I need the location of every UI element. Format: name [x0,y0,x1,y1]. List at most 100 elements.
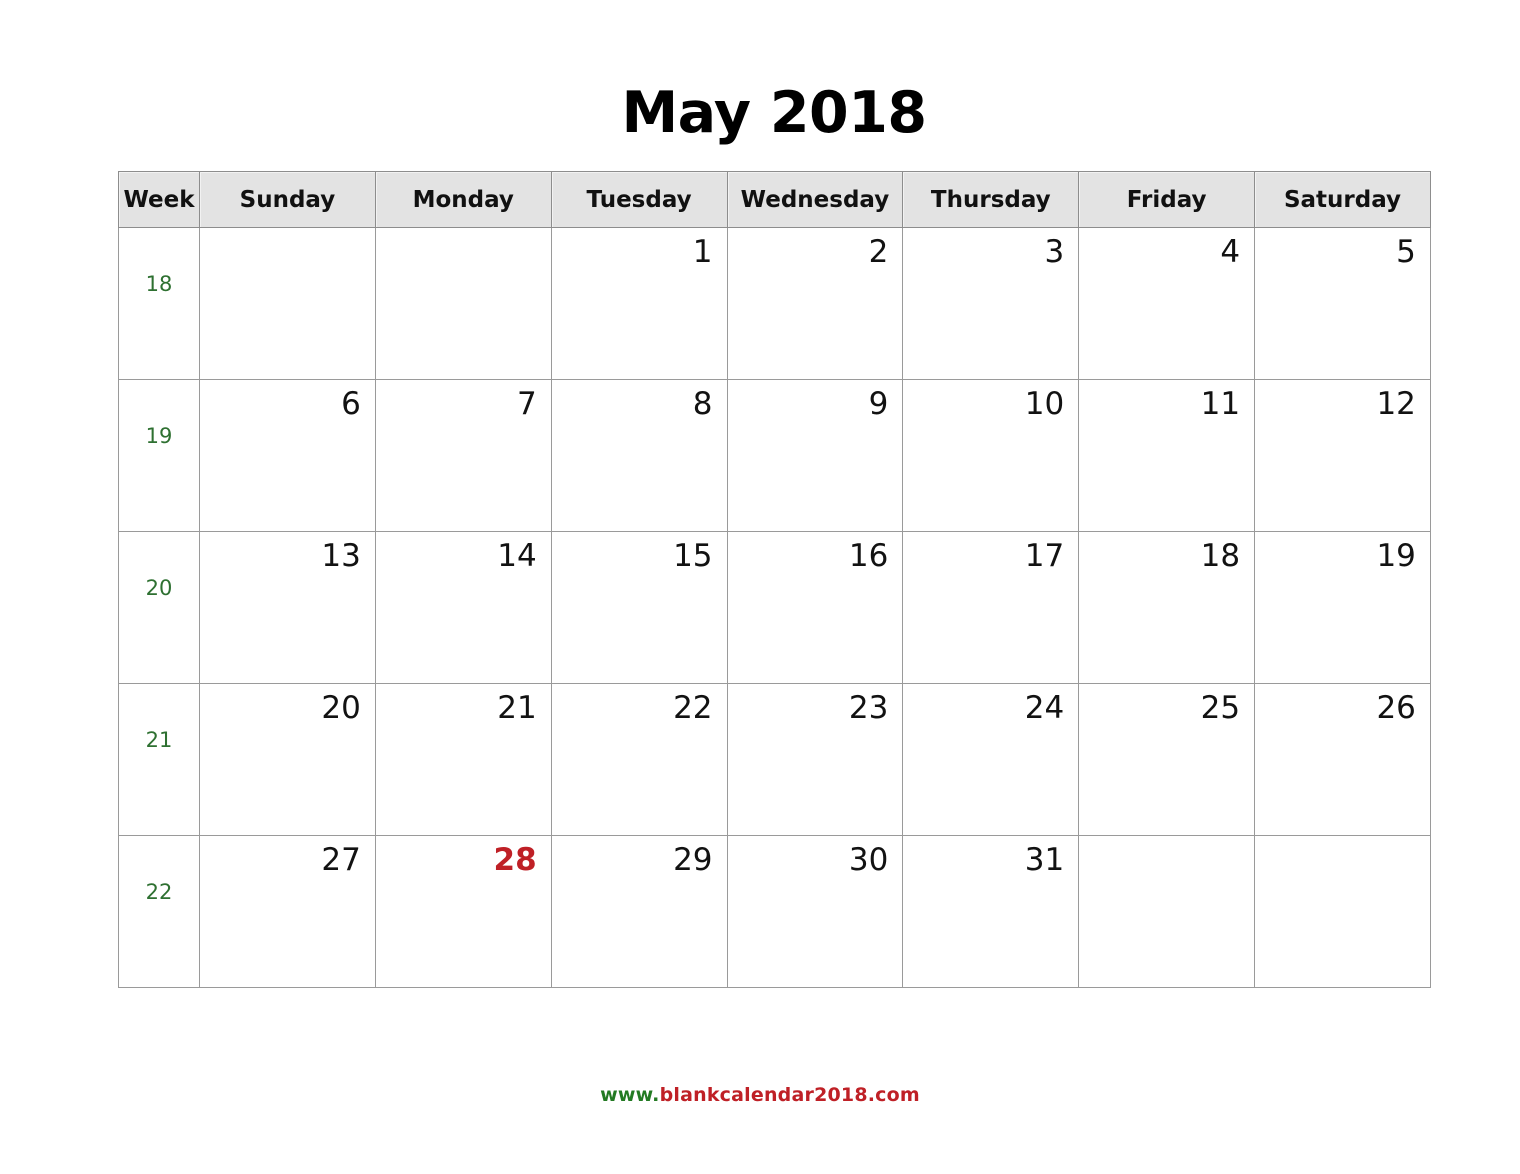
day-cell-highlighted[interactable]: 28 [374,835,552,988]
week-number: 22 [145,880,173,904]
day-cell[interactable]: 6 [199,379,376,532]
calendar-week-row: 21 20 21 22 23 24 25 26 [118,683,1431,836]
day-cell[interactable]: 3 [902,227,1080,380]
week-number-cell: 19 [118,379,200,532]
day-number: 26 [1376,690,1416,726]
day-number: 24 [1024,690,1065,726]
day-cell[interactable]: 27 [199,835,376,988]
day-number: 28 [493,842,537,878]
day-number: 14 [497,538,537,574]
day-number: 12 [1376,386,1416,422]
column-header-tuesday: Tuesday [550,171,728,228]
day-number: 16 [848,538,889,574]
column-header-monday: Monday [374,171,552,228]
column-header-week: Week [118,171,200,228]
day-cell[interactable]: 21 [374,683,552,836]
day-number: 29 [673,842,713,878]
footer-url-prefix: www. [600,1084,660,1106]
day-number: 4 [1220,234,1241,270]
day-number: 5 [1396,234,1416,270]
day-cell[interactable]: 1 [550,227,728,380]
day-cell[interactable]: 19 [1254,531,1431,684]
day-number: 20 [321,690,361,726]
day-number [1255,836,1430,844]
day-cell[interactable]: 15 [550,531,728,684]
day-cell[interactable] [199,227,376,380]
calendar-week-row: 22 27 28 29 30 31 [118,835,1431,988]
calendar-week-row: 18 1 2 3 4 5 [118,227,1431,380]
day-number: 13 [321,538,361,574]
day-cell[interactable] [374,227,552,380]
day-number: 17 [1024,538,1065,574]
day-number: 27 [321,842,361,878]
day-cell[interactable]: 11 [1078,379,1256,532]
day-cell[interactable]: 25 [1078,683,1256,836]
week-number-cell: 22 [118,835,200,988]
day-cell[interactable]: 23 [726,683,904,836]
day-number: 7 [516,386,537,422]
day-number: 9 [868,386,889,422]
day-number: 18 [1200,538,1241,574]
day-number: 8 [692,386,713,422]
day-cell[interactable]: 20 [199,683,376,836]
week-number-cell: 20 [118,531,200,684]
day-cell[interactable]: 7 [374,379,552,532]
day-cell[interactable]: 31 [902,835,1080,988]
day-cell[interactable]: 4 [1078,227,1256,380]
day-cell[interactable]: 2 [726,227,904,380]
day-number: 31 [1024,842,1065,878]
column-header-thursday: Thursday [902,171,1080,228]
day-number: 23 [848,690,889,726]
day-number: 21 [497,690,537,726]
day-cell[interactable]: 12 [1254,379,1431,532]
calendar-page: May 2018 Week Sunday Monday Tuesday Wedn… [0,0,1520,1174]
day-cell[interactable]: 5 [1254,227,1431,380]
day-cell[interactable] [1078,835,1256,988]
day-number: 2 [868,234,889,270]
day-cell[interactable]: 10 [902,379,1080,532]
day-number: 25 [1200,690,1241,726]
day-cell[interactable]: 13 [199,531,376,684]
day-number [200,228,375,236]
day-cell[interactable] [1254,835,1431,988]
day-cell[interactable]: 30 [726,835,904,988]
day-cell[interactable]: 9 [726,379,904,532]
day-cell[interactable]: 17 [902,531,1080,684]
column-header-friday: Friday [1078,171,1256,228]
day-cell[interactable]: 16 [726,531,904,684]
week-number: 20 [145,576,173,600]
day-cell[interactable]: 22 [550,683,728,836]
day-cell[interactable]: 26 [1254,683,1431,836]
page-title: May 2018 [621,80,927,146]
column-header-saturday: Saturday [1254,171,1431,228]
day-cell[interactable]: 24 [902,683,1080,836]
calendar-table: Week Sunday Monday Tuesday Wednesday Thu… [118,171,1431,988]
calendar-header-row: Week Sunday Monday Tuesday Wednesday Thu… [118,171,1431,228]
day-cell[interactable]: 14 [374,531,552,684]
day-cell[interactable]: 18 [1078,531,1256,684]
calendar-week-row: 19 6 7 8 9 10 11 12 [118,379,1431,532]
day-number: 11 [1200,386,1241,422]
day-number: 22 [673,690,713,726]
calendar-body: 18 1 2 3 4 5 19 6 7 8 9 10 11 12 20 13 1… [118,227,1431,988]
day-number: 3 [1044,234,1065,270]
footer-url-domain: blankcalendar2018.com [659,1084,920,1106]
day-number: 6 [341,386,361,422]
footer-watermark: www.blankcalendar2018.com [0,1084,1520,1106]
day-number: 19 [1376,538,1416,574]
day-number: 30 [848,842,889,878]
column-header-wednesday: Wednesday [726,171,904,228]
week-number-cell: 21 [118,683,200,836]
column-header-sunday: Sunday [199,171,376,228]
day-number: 1 [692,234,713,270]
day-cell[interactable]: 8 [550,379,728,532]
week-number: 18 [145,272,173,296]
week-number: 19 [145,424,173,448]
day-number [376,228,551,236]
day-number: 15 [673,538,713,574]
week-number-cell: 18 [118,227,200,380]
calendar-week-row: 20 13 14 15 16 17 18 19 [118,531,1431,684]
day-cell[interactable]: 29 [550,835,728,988]
day-number: 10 [1024,386,1065,422]
calendar-container: Week Sunday Monday Tuesday Wednesday Thu… [118,171,1431,988]
